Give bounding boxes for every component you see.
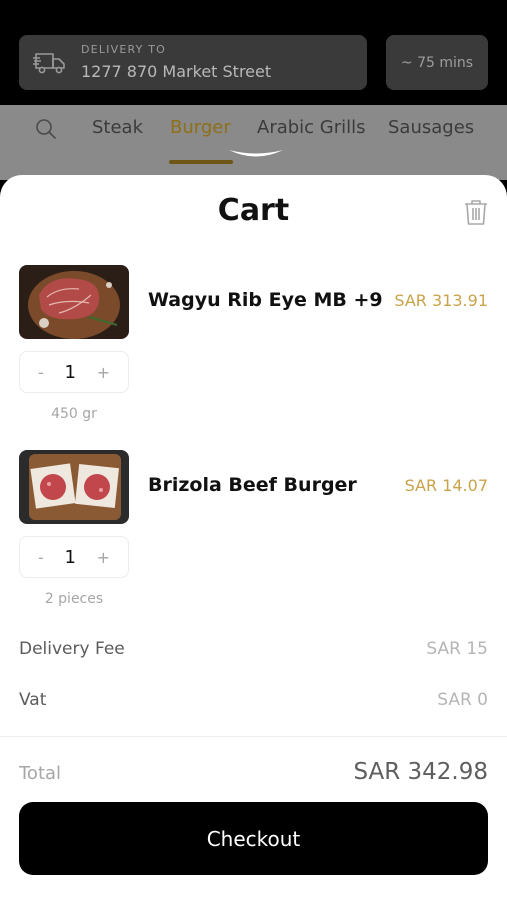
delivery-fee-row: Delivery Fee SAR 15 bbox=[19, 639, 488, 659]
category-tab-arabic-grills[interactable]: Arabic Grills bbox=[257, 117, 366, 138]
sheet-handle-icon[interactable] bbox=[226, 145, 286, 165]
quantity-stepper: - 1 + bbox=[19, 536, 129, 578]
search-icon[interactable] bbox=[34, 117, 58, 141]
fee-label: Delivery Fee bbox=[19, 639, 125, 659]
increase-quantity-button[interactable]: + bbox=[97, 548, 110, 567]
divider bbox=[0, 736, 507, 737]
quantity-stepper: - 1 + bbox=[19, 351, 129, 393]
checkout-button[interactable]: Checkout bbox=[19, 802, 488, 875]
delivery-truck-icon bbox=[33, 53, 65, 74]
delivery-address: 1277 870 Market Street bbox=[81, 62, 272, 81]
fee-value: SAR 15 bbox=[426, 639, 488, 659]
quantity-value: 1 bbox=[64, 361, 76, 383]
decrease-quantity-button[interactable]: - bbox=[38, 548, 44, 567]
delivery-address-selector[interactable]: DELIVERY TO 1277 870 Market Street bbox=[19, 35, 367, 90]
product-image-burger bbox=[19, 450, 129, 524]
increase-quantity-button[interactable]: + bbox=[97, 363, 110, 382]
decrease-quantity-button[interactable]: - bbox=[38, 363, 44, 382]
delivery-time-badge[interactable]: ~ 75 mins bbox=[386, 35, 488, 90]
top-bar: DELIVERY TO 1277 870 Market Street ~ 75 … bbox=[0, 0, 507, 105]
category-tab-burger[interactable]: Burger bbox=[170, 117, 231, 138]
item-unit: 2 pieces bbox=[44, 591, 104, 607]
total-label: Total bbox=[19, 763, 62, 784]
quantity-value: 1 bbox=[64, 546, 76, 568]
product-image-wagyu bbox=[19, 265, 129, 339]
delivery-label: DELIVERY TO bbox=[81, 43, 167, 56]
item-name: Wagyu Rib Eye MB +9 bbox=[148, 289, 383, 311]
vat-row: Vat SAR 0 bbox=[19, 690, 488, 710]
item-name: Brizola Beef Burger bbox=[148, 474, 357, 496]
fee-label: Vat bbox=[19, 690, 47, 710]
item-price: SAR 313.91 bbox=[394, 291, 488, 310]
cart-sheet: Cart Wagyu Rib Eye MB +9 SAR 313.91 - 1 … bbox=[0, 175, 507, 900]
active-category-indicator bbox=[169, 160, 233, 164]
item-price: SAR 14.07 bbox=[404, 476, 488, 495]
trash-icon[interactable] bbox=[463, 198, 489, 226]
total-value: SAR 342.98 bbox=[353, 759, 488, 785]
category-tab-sausages[interactable]: Sausages bbox=[388, 117, 474, 138]
item-unit: 450 gr bbox=[51, 406, 97, 422]
fee-value: SAR 0 bbox=[437, 690, 488, 710]
category-bar: Steak Burger Arabic Grills Sausages bbox=[0, 105, 507, 180]
category-tab-steak[interactable]: Steak bbox=[92, 117, 143, 138]
cart-title: Cart bbox=[217, 193, 290, 228]
